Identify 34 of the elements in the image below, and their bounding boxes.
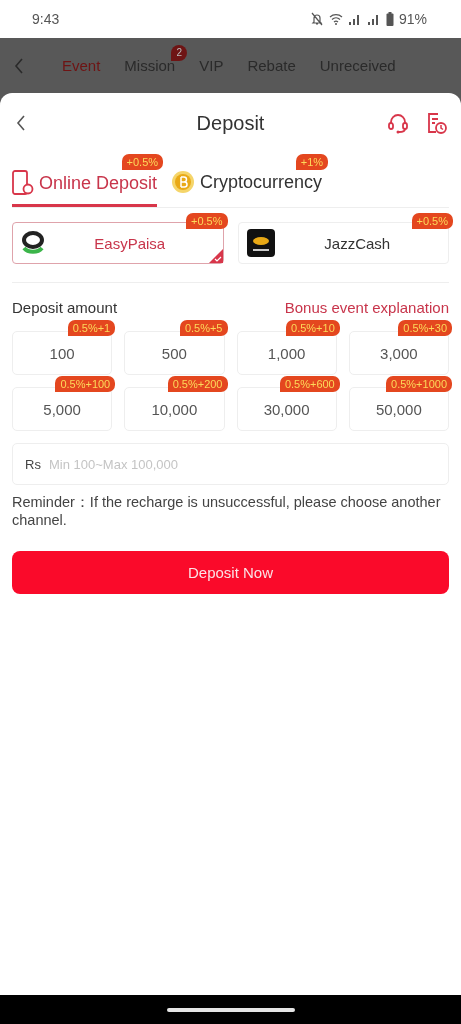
battery-level: 91% (398, 11, 427, 27)
bonus-badge: 0.5%+200 (167, 376, 228, 392)
bonus-explanation-link[interactable]: Bonus event explanation (284, 299, 449, 316)
bonus-badge: +0.5% (411, 213, 453, 229)
sheet-title: Deposit (196, 111, 265, 135)
mute-icon (309, 12, 324, 26)
bonus-badge: 0.5%+600 (279, 376, 340, 392)
signal-icon (366, 13, 381, 25)
section-label: Deposit amount (12, 299, 118, 316)
currency-label: Rs (25, 457, 41, 472)
bonus-badge: 0.5%+30 (398, 320, 452, 336)
count-badge: 2 (171, 44, 188, 61)
phone-icon (12, 170, 34, 196)
check-corner-icon (208, 249, 223, 263)
signal-icon (347, 13, 362, 25)
bonus-badge: 0.5%+1000 (386, 376, 452, 392)
bonus-badge: +0.5% (121, 154, 164, 170)
bonus-badge: 0.5%+100 (55, 376, 116, 392)
bonus-badge: +1% (295, 154, 329, 170)
back-icon[interactable] (16, 115, 26, 131)
coin-icon (171, 170, 196, 194)
bonus-badge: +0.5% (186, 213, 228, 229)
bonus-badge: 0.5%+1 (67, 320, 116, 336)
bonus-badge: 0.5%+10 (286, 320, 340, 336)
reminder-text: Reminder：If the recharge is unsuccessful, please choose another channel. (12, 493, 442, 529)
home-indicator[interactable] (166, 1007, 295, 1012)
easypaisa-logo-icon (21, 231, 45, 255)
status-time: 9:43 (32, 11, 60, 27)
history-icon[interactable] (425, 112, 447, 134)
battery-icon (385, 12, 394, 26)
jazzcash-logo-icon (246, 229, 275, 257)
wifi-icon (328, 13, 343, 25)
headset-icon[interactable] (387, 112, 409, 134)
bonus-badge: 0.5%+5 (179, 320, 228, 336)
